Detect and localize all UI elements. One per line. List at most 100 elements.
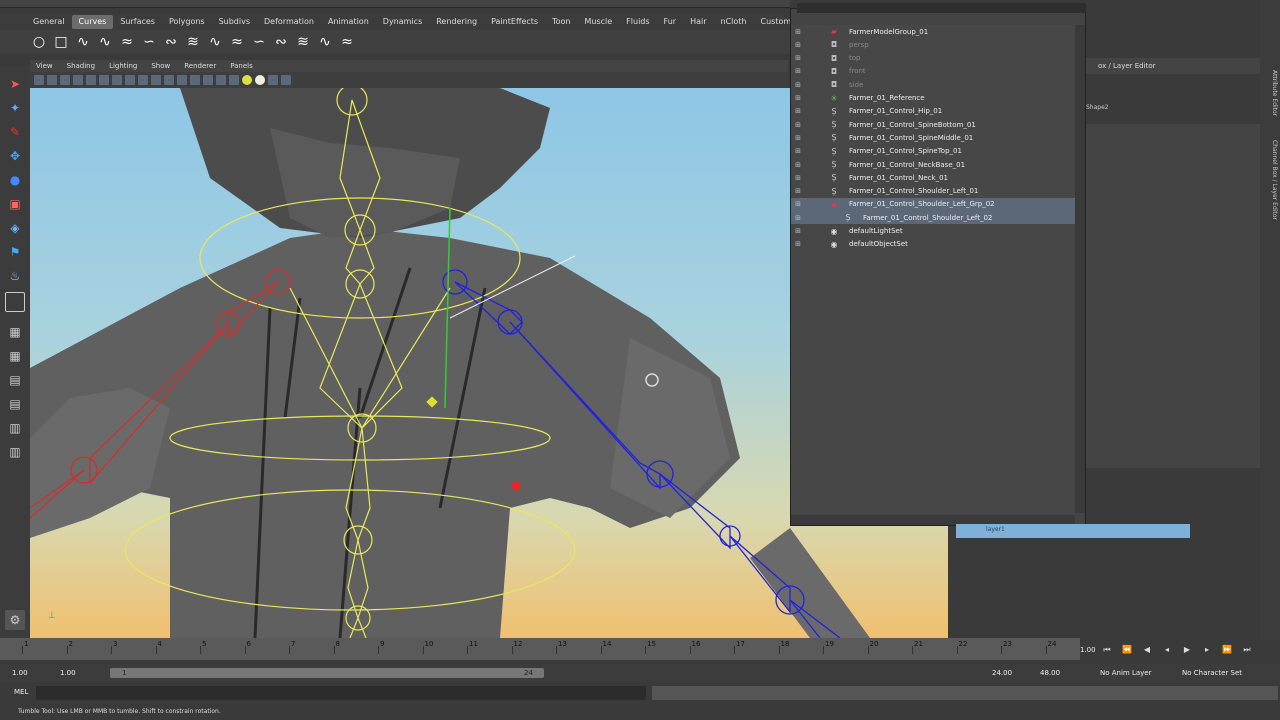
- play-forwards-icon[interactable]: ▶: [1180, 645, 1194, 657]
- expand-icon[interactable]: ⊞: [793, 214, 803, 222]
- smooth-shade-icon[interactable]: [203, 75, 213, 85]
- expand-icon[interactable]: ⊞: [793, 67, 803, 75]
- safe-action-icon[interactable]: [164, 75, 174, 85]
- shelf-tab-deformation[interactable]: Deformation: [257, 15, 321, 29]
- shelf-tab-subdivs[interactable]: Subdivs: [212, 15, 257, 29]
- shelf-tab-animation[interactable]: Animation: [321, 15, 376, 29]
- playback-start-field[interactable]: 1.00: [60, 669, 76, 677]
- expand-icon[interactable]: ⊞: [793, 161, 803, 169]
- outliner-item[interactable]: ⊞ ◉ defaultLightSet: [791, 225, 1075, 238]
- outliner-item[interactable]: ⊞ ▰ FarmerModelGroup_01: [791, 25, 1075, 38]
- lasso-tool-icon[interactable]: ✦: [5, 98, 25, 118]
- isolate-select-icon[interactable]: [281, 75, 291, 85]
- expand-icon[interactable]: ⊞: [793, 240, 803, 248]
- viewport-menu-lighting[interactable]: Lighting: [109, 62, 137, 70]
- outliner-item[interactable]: ⊞ Ș Farmer_01_Control_SpineTop_01: [791, 145, 1075, 158]
- outliner-item[interactable]: ⊞ Ș Farmer_01_Control_SpineMiddle_01: [791, 131, 1075, 144]
- outliner-item[interactable]: ⊞ Ș Farmer_01_Control_Hip_01: [791, 105, 1075, 118]
- insert-knot-icon[interactable]: ∿: [206, 33, 224, 51]
- outliner-item[interactable]: ⊞ Ș Farmer_01_Control_Shoulder_Left_01: [791, 185, 1075, 198]
- current-frame-field[interactable]: 1.00: [1080, 646, 1096, 654]
- outliner-vertical-scrollbar[interactable]: [1075, 25, 1085, 513]
- resolution-gate-icon[interactable]: [125, 75, 135, 85]
- outliner-search-field[interactable]: [797, 3, 1087, 13]
- anim-end-field[interactable]: 48.00: [1040, 669, 1060, 677]
- viewport-menu-panels[interactable]: Panels: [230, 62, 253, 70]
- outliner-item[interactable]: ⊞ Ș Farmer_01_Control_Neck_01: [791, 171, 1075, 184]
- expand-icon[interactable]: ⊞: [793, 81, 803, 89]
- outliner-item[interactable]: ⊞ ✳ Farmer_01_Reference: [791, 92, 1075, 105]
- last-tool-icon[interactable]: [5, 292, 25, 312]
- hypershade-layout-icon[interactable]: ▥: [5, 418, 25, 438]
- safe-title-icon[interactable]: [177, 75, 187, 85]
- viewport-menu-renderer[interactable]: Renderer: [184, 62, 216, 70]
- step-back-key-icon[interactable]: ⏪: [1120, 645, 1134, 657]
- outliner-layout-icon[interactable]: ▥: [5, 442, 25, 462]
- lock-camera-icon[interactable]: [47, 75, 57, 85]
- expand-icon[interactable]: ⊞: [793, 147, 803, 155]
- outliner-list[interactable]: ⊞ ▰ FarmerModelGroup_01 ⊞ ◘ persp ⊞ ◘ top ⊞ ◘ front…: [791, 25, 1075, 515]
- anim-layer-menu[interactable]: No Anim Layer: [1100, 669, 1151, 677]
- persp-outliner-layout-icon[interactable]: ▤: [5, 370, 25, 390]
- select-tool-icon[interactable]: ➤: [5, 74, 25, 94]
- textured-icon[interactable]: [229, 75, 239, 85]
- four-view-layout-icon[interactable]: ▦: [5, 346, 25, 366]
- bookmark-icon[interactable]: [73, 75, 83, 85]
- shelf-tab-painteffects[interactable]: PaintEffects: [484, 15, 545, 29]
- step-forward-key-icon[interactable]: ⏩: [1220, 645, 1234, 657]
- grid-icon[interactable]: [99, 75, 109, 85]
- expand-icon[interactable]: ⊞: [793, 134, 803, 142]
- outliner-item[interactable]: ⊞ Ș Farmer_01_Control_Shoulder_Left_02: [791, 211, 1075, 225]
- range-slider[interactable]: [110, 668, 544, 678]
- command-language-label[interactable]: MEL: [14, 688, 28, 696]
- arc-tool-icon[interactable]: ∽: [140, 33, 158, 51]
- outliner-item[interactable]: ⊞ Ș Farmer_01_Control_NeckBase_01: [791, 158, 1075, 171]
- shelf-tab-polygons[interactable]: Polygons: [162, 15, 212, 29]
- detach-curves-icon[interactable]: ≋: [184, 33, 202, 51]
- outliner-item[interactable]: ⊞ ◉ defaultObjectSet: [791, 238, 1075, 251]
- select-camera-icon[interactable]: [34, 75, 44, 85]
- persp-graph-layout-icon[interactable]: ▤: [5, 394, 25, 414]
- shelf-tab-muscle[interactable]: Muscle: [577, 15, 619, 29]
- gate-mask-icon[interactable]: [138, 75, 148, 85]
- attach-curves-icon[interactable]: ∾: [162, 33, 180, 51]
- shelf-tab-hair[interactable]: Hair: [683, 15, 713, 29]
- shadows-icon[interactable]: [255, 75, 265, 85]
- expand-icon[interactable]: ⊞: [793, 41, 803, 49]
- playback-end-field[interactable]: 24.00: [992, 669, 1012, 677]
- shelf-tab-curves[interactable]: Curves: [71, 15, 114, 29]
- rebuild-curve-icon[interactable]: ∾: [272, 33, 290, 51]
- go-to-start-icon[interactable]: ⏮: [1100, 645, 1114, 657]
- expand-icon[interactable]: ⊞: [793, 54, 803, 62]
- expand-icon[interactable]: ⊞: [793, 200, 803, 208]
- expand-icon[interactable]: ⊞: [793, 107, 803, 115]
- show-manip-icon[interactable]: ♨: [5, 266, 25, 286]
- shelf-tab-dynamics[interactable]: Dynamics: [376, 15, 429, 29]
- command-input[interactable]: [36, 686, 646, 700]
- outliner-item[interactable]: ⊞ ◘ top: [791, 52, 1075, 65]
- tumble-tool-icon[interactable]: ⚙: [5, 610, 25, 630]
- field-chart-icon[interactable]: [151, 75, 161, 85]
- step-forward-frame-icon[interactable]: ▸: [1200, 645, 1214, 657]
- rotate-tool-icon[interactable]: ●: [5, 170, 25, 190]
- character-set-menu[interactable]: No Character Set: [1182, 669, 1242, 677]
- wireframe-icon[interactable]: [190, 75, 200, 85]
- outliner-item[interactable]: ⊞ ◘ side: [791, 78, 1075, 91]
- expand-icon[interactable]: ⊞: [793, 28, 803, 36]
- film-gate-icon[interactable]: [112, 75, 122, 85]
- step-back-frame-icon[interactable]: ◀: [1140, 645, 1154, 657]
- shelf-tab-fluids[interactable]: Fluids: [619, 15, 656, 29]
- universal-manip-icon[interactable]: ◈: [5, 218, 25, 238]
- outliner-item[interactable]: ⊞ ◘ front: [791, 65, 1075, 78]
- viewport-menu-shading[interactable]: Shading: [67, 62, 95, 70]
- channel-box-tab[interactable]: Channel Box / Layer Editor: [1262, 140, 1278, 220]
- expand-icon[interactable]: ⊞: [793, 174, 803, 182]
- expand-icon[interactable]: ⊞: [793, 187, 803, 195]
- anim-start-field[interactable]: 1.00: [12, 669, 28, 677]
- square-curve-icon[interactable]: □: [52, 33, 70, 51]
- shelf-tab-rendering[interactable]: Rendering: [429, 15, 484, 29]
- offset-curve-icon[interactable]: ∽: [250, 33, 268, 51]
- shelf-tab-ncloth[interactable]: nCloth: [714, 15, 754, 29]
- circle-curve-icon[interactable]: ○: [30, 33, 48, 51]
- attribute-editor-tab[interactable]: Attribute Editor: [1262, 70, 1278, 116]
